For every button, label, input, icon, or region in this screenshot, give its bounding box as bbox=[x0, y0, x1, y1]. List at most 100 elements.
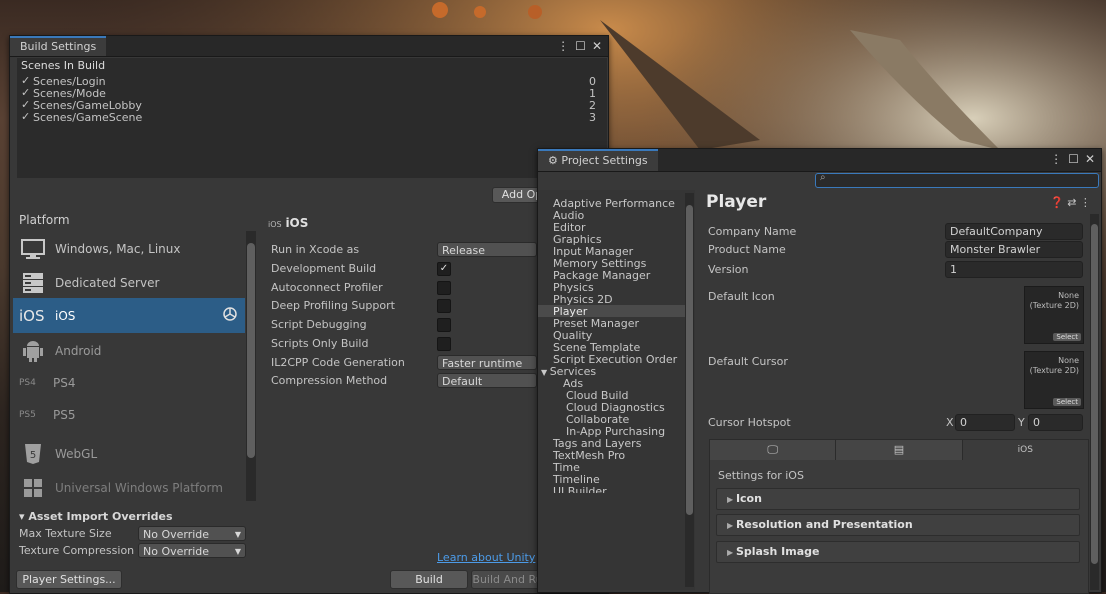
maximize-icon[interactable]: ☐ bbox=[575, 39, 586, 53]
learn-about-unity-link[interactable]: Learn about Unity bbox=[437, 551, 535, 564]
platform-item-standalone[interactable]: Windows, Mac, Linux bbox=[13, 232, 245, 265]
max-texture-size-dropdown[interactable]: No Override ▼ bbox=[138, 526, 246, 541]
more-icon[interactable]: ⋮ bbox=[1080, 196, 1091, 209]
resolution-section-label: Resolution and Presentation bbox=[735, 518, 913, 531]
project-settings-title: Project Settings bbox=[561, 154, 648, 167]
scenes-in-build-list: Scenes In Build ✓ Scenes/Login 0 ✓ Scene… bbox=[17, 58, 607, 178]
compression-dropdown[interactable]: Default bbox=[437, 373, 537, 388]
foldout-arrow-icon: ▶ bbox=[727, 521, 736, 530]
platform-item-webgl[interactable]: 5 WebGL bbox=[13, 437, 245, 470]
splash-section-label: Splash Image bbox=[735, 545, 820, 558]
scripts-only-build-checkbox[interactable] bbox=[437, 337, 451, 351]
menu-item[interactable]: UI Builder bbox=[553, 485, 607, 493]
resolution-section-foldout[interactable]: ▶ Resolution and Presentation bbox=[716, 514, 1080, 536]
development-build-checkbox[interactable]: ✓ bbox=[437, 262, 451, 276]
scene-index: 3 bbox=[589, 111, 596, 124]
icon-section-foldout[interactable]: ▶ Icon bbox=[716, 488, 1080, 510]
build-settings-tab[interactable]: Build Settings bbox=[10, 36, 107, 56]
scene-row[interactable]: ✓ Scenes/Mode 1 bbox=[17, 86, 607, 100]
texture-type: (Texture 2D) bbox=[1029, 301, 1079, 310]
platform-label: Dedicated Server bbox=[55, 275, 160, 290]
windows-icon bbox=[19, 477, 47, 499]
svg-text:5: 5 bbox=[30, 450, 36, 461]
maximize-icon[interactable]: ☐ bbox=[1068, 152, 1079, 166]
default-icon-texture-field[interactable]: None (Texture 2D) Select bbox=[1024, 286, 1084, 344]
platform-item-android[interactable]: Android bbox=[13, 334, 245, 367]
default-cursor-label: Default Cursor bbox=[708, 355, 788, 368]
hotspot-y-field[interactable]: 0 bbox=[1028, 414, 1083, 431]
monitor-icon bbox=[19, 238, 47, 260]
platform-item-uwp[interactable]: Universal Windows Platform bbox=[13, 471, 245, 504]
hotspot-x-field[interactable]: 0 bbox=[955, 414, 1015, 431]
settings-search-input[interactable]: ⌕ bbox=[815, 172, 1099, 188]
build-button[interactable]: Build bbox=[390, 570, 468, 589]
run-in-xcode-dropdown[interactable]: Release bbox=[437, 242, 537, 257]
il2cpp-dropdown[interactable]: Faster runtime bbox=[437, 355, 537, 370]
asset-import-overrides-label: Asset Import Overrides bbox=[28, 510, 173, 523]
version-field[interactable]: 1 bbox=[945, 261, 1083, 278]
unity-logo-icon bbox=[223, 307, 237, 324]
texture-none: None bbox=[1058, 356, 1079, 365]
scene-row[interactable]: ✓ Scenes/GameScene 3 bbox=[17, 110, 607, 124]
hotspot-y-label: Y bbox=[1018, 416, 1025, 429]
default-icon-label: Default Icon bbox=[708, 290, 775, 303]
project-settings-tab[interactable]: ⚙ Project Settings bbox=[538, 149, 658, 171]
menu-scrollbar[interactable] bbox=[685, 193, 694, 587]
tab-ios[interactable]: iOS bbox=[962, 440, 1088, 460]
hotspot-x-label: X bbox=[946, 416, 954, 429]
splash-section-foldout[interactable]: ▶ Splash Image bbox=[716, 541, 1080, 563]
server-icon bbox=[19, 272, 47, 294]
script-debugging-label: Script Debugging bbox=[271, 318, 367, 331]
platform-label: PS5 bbox=[53, 407, 76, 422]
menu-scroll-thumb[interactable] bbox=[686, 205, 693, 515]
foldout-arrow-icon: ▶ bbox=[727, 495, 736, 504]
select-button[interactable]: Select bbox=[1053, 398, 1081, 406]
window-controls: ⋮ ☐ ✕ bbox=[1050, 152, 1095, 166]
select-button[interactable]: Select bbox=[1053, 333, 1081, 341]
window-controls: ⋮ ☐ ✕ bbox=[557, 39, 602, 53]
help-icon[interactable]: ❓ bbox=[1050, 196, 1064, 209]
script-debugging-checkbox[interactable] bbox=[437, 318, 451, 332]
tab-server[interactable]: ▤ bbox=[836, 440, 963, 460]
close-icon[interactable]: ✕ bbox=[1085, 152, 1095, 166]
company-name-field[interactable]: DefaultCompany bbox=[945, 223, 1083, 240]
platform-item-ios[interactable]: iOS iOS bbox=[13, 298, 245, 333]
product-name-label: Product Name bbox=[708, 243, 786, 256]
default-cursor-texture-field[interactable]: None (Texture 2D) Select bbox=[1024, 351, 1084, 409]
project-settings-titlebar: ⚙ Project Settings ⋮ ☐ ✕ bbox=[538, 149, 1101, 172]
platform-list-scrollbar[interactable] bbox=[246, 231, 256, 501]
product-name-field[interactable]: Monster Brawler bbox=[945, 241, 1083, 258]
close-icon[interactable]: ✕ bbox=[592, 39, 602, 53]
ios-icon: iOS bbox=[19, 306, 45, 325]
texture-compression-dropdown[interactable]: No Override ▼ bbox=[138, 543, 246, 558]
deep-profiling-checkbox[interactable] bbox=[437, 299, 451, 313]
android-icon bbox=[19, 340, 47, 362]
platform-item-ps5[interactable]: PS5 PS5 bbox=[13, 398, 245, 431]
platform-scroll-thumb[interactable] bbox=[247, 243, 255, 458]
build-settings-titlebar: Build Settings ⋮ ☐ ✕ bbox=[10, 36, 608, 57]
scene-row[interactable]: ✓ Scenes/GameLobby 2 bbox=[17, 98, 607, 112]
autoconnect-profiler-checkbox[interactable] bbox=[437, 281, 451, 295]
platform-label: PS4 bbox=[53, 375, 76, 390]
preset-icon[interactable]: ⇄ bbox=[1067, 196, 1076, 209]
icon-section-label: Icon bbox=[735, 492, 762, 505]
scene-check-icon[interactable]: ✓ bbox=[21, 110, 30, 123]
dropdown-arrow-icon: ▼ bbox=[234, 547, 241, 556]
company-name-label: Company Name bbox=[708, 225, 797, 238]
texture-none-text: None (Texture 2D) bbox=[1030, 291, 1079, 311]
asset-import-overrides-foldout[interactable]: ▾ Asset Import Overrides bbox=[19, 510, 173, 523]
more-icon[interactable]: ⋮ bbox=[1050, 152, 1062, 166]
version-label: Version bbox=[708, 263, 749, 276]
more-icon[interactable]: ⋮ bbox=[557, 39, 569, 53]
player-scroll-thumb[interactable] bbox=[1091, 224, 1098, 564]
player-scrollbar[interactable] bbox=[1090, 214, 1099, 590]
player-settings-button[interactable]: Player Settings... bbox=[16, 570, 122, 589]
tab-standalone[interactable]: 🖵 bbox=[710, 440, 837, 460]
ios-title: iOS bbox=[285, 216, 309, 230]
texture-none: None bbox=[1058, 291, 1079, 300]
platform-item-dedicated-server[interactable]: Dedicated Server bbox=[13, 266, 245, 299]
texture-compression-label: Texture Compression bbox=[19, 544, 135, 557]
platform-item-ps4[interactable]: PS4 PS4 bbox=[13, 366, 245, 399]
scene-row[interactable]: ✓ Scenes/Login 0 bbox=[17, 74, 607, 88]
max-texture-size-value: No Override bbox=[143, 528, 210, 541]
